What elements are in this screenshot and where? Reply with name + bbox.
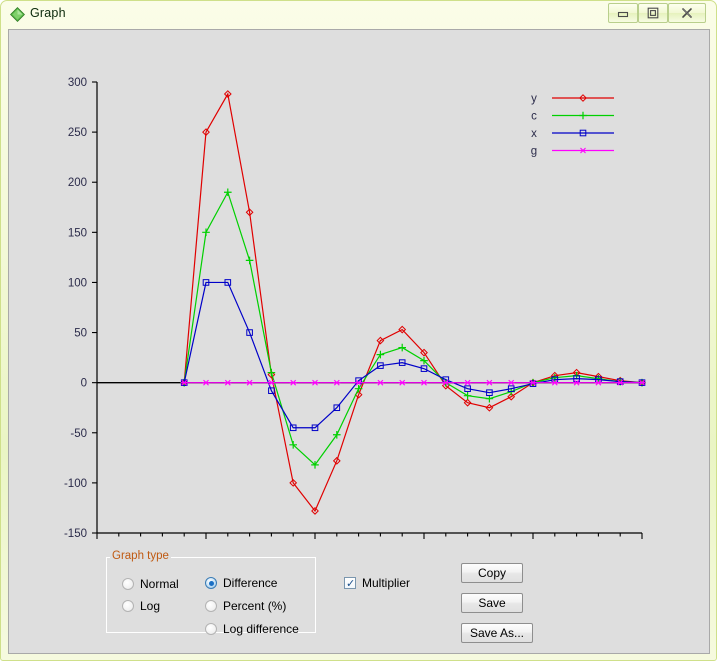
green-diamond-icon	[10, 7, 25, 22]
svg-text:-100: -100	[64, 478, 87, 490]
controls-panel: Graph type Normal Log Difference Percent…	[9, 535, 709, 653]
restore-icon	[646, 7, 660, 19]
svg-text:100: 100	[68, 277, 87, 289]
checkbox-multiplier[interactable]: ✓ Multiplier	[344, 576, 410, 590]
radio-log-indicator	[122, 600, 134, 612]
restore-button[interactable]	[638, 3, 668, 23]
radio-difference[interactable]: Difference	[205, 576, 277, 590]
graph-plot: 300250200150100500-50-100-150 2005201020…	[9, 30, 709, 542]
graph-type-legend: Graph type	[110, 550, 171, 562]
close-button[interactable]	[668, 3, 706, 23]
radio-difference-indicator	[205, 577, 217, 589]
radio-percent[interactable]: Percent (%)	[205, 599, 286, 613]
svg-text:250: 250	[68, 127, 87, 139]
minimize-icon	[616, 7, 630, 19]
title-bar[interactable]: Graph	[1, 1, 717, 28]
minimize-button[interactable]	[608, 3, 638, 23]
radio-normal-indicator	[122, 578, 134, 590]
copy-button[interactable]: Copy	[461, 563, 523, 583]
client-area: 300250200150100500-50-100-150 2005201020…	[8, 29, 710, 654]
graph-window: Graph 300 250 200 150 100 50 0 -50 -100 …	[0, 0, 717, 661]
chart-canvas: 300250200150100500-50-100-150 2005201020…	[9, 30, 709, 542]
radio-percent-indicator	[205, 600, 217, 612]
legend-label-c: c	[531, 111, 537, 123]
checkbox-multiplier-label: Multiplier	[362, 576, 411, 590]
legend-label-g: g	[531, 146, 537, 158]
legend-label-x: x	[531, 128, 537, 140]
radio-difference-label: Difference	[223, 576, 278, 590]
radio-log-label: Log	[140, 599, 161, 613]
legend-label-y: y	[531, 93, 537, 105]
radio-log-difference-label: Log difference	[223, 622, 299, 636]
radio-normal[interactable]: Normal	[122, 577, 179, 591]
save-button[interactable]: Save	[461, 593, 523, 613]
window-title: Graph	[30, 6, 66, 20]
svg-text:150: 150	[68, 227, 87, 239]
svg-text:0: 0	[81, 378, 87, 390]
svg-text:300: 300	[68, 77, 87, 89]
close-icon	[679, 7, 695, 19]
save-as-button[interactable]: Save As...	[461, 623, 533, 643]
chart-background	[9, 30, 709, 542]
radio-normal-label: Normal	[140, 577, 179, 591]
radio-log[interactable]: Log	[122, 599, 160, 613]
radio-log-difference-indicator	[205, 623, 217, 635]
svg-text:50: 50	[74, 328, 87, 340]
svg-text:200: 200	[68, 177, 87, 189]
radio-percent-label: Percent (%)	[223, 599, 287, 613]
radio-log-difference[interactable]: Log difference	[205, 622, 299, 636]
checkbox-multiplier-indicator: ✓	[344, 577, 356, 589]
check-icon: ✓	[346, 577, 356, 590]
svg-text:-50: -50	[70, 428, 87, 440]
